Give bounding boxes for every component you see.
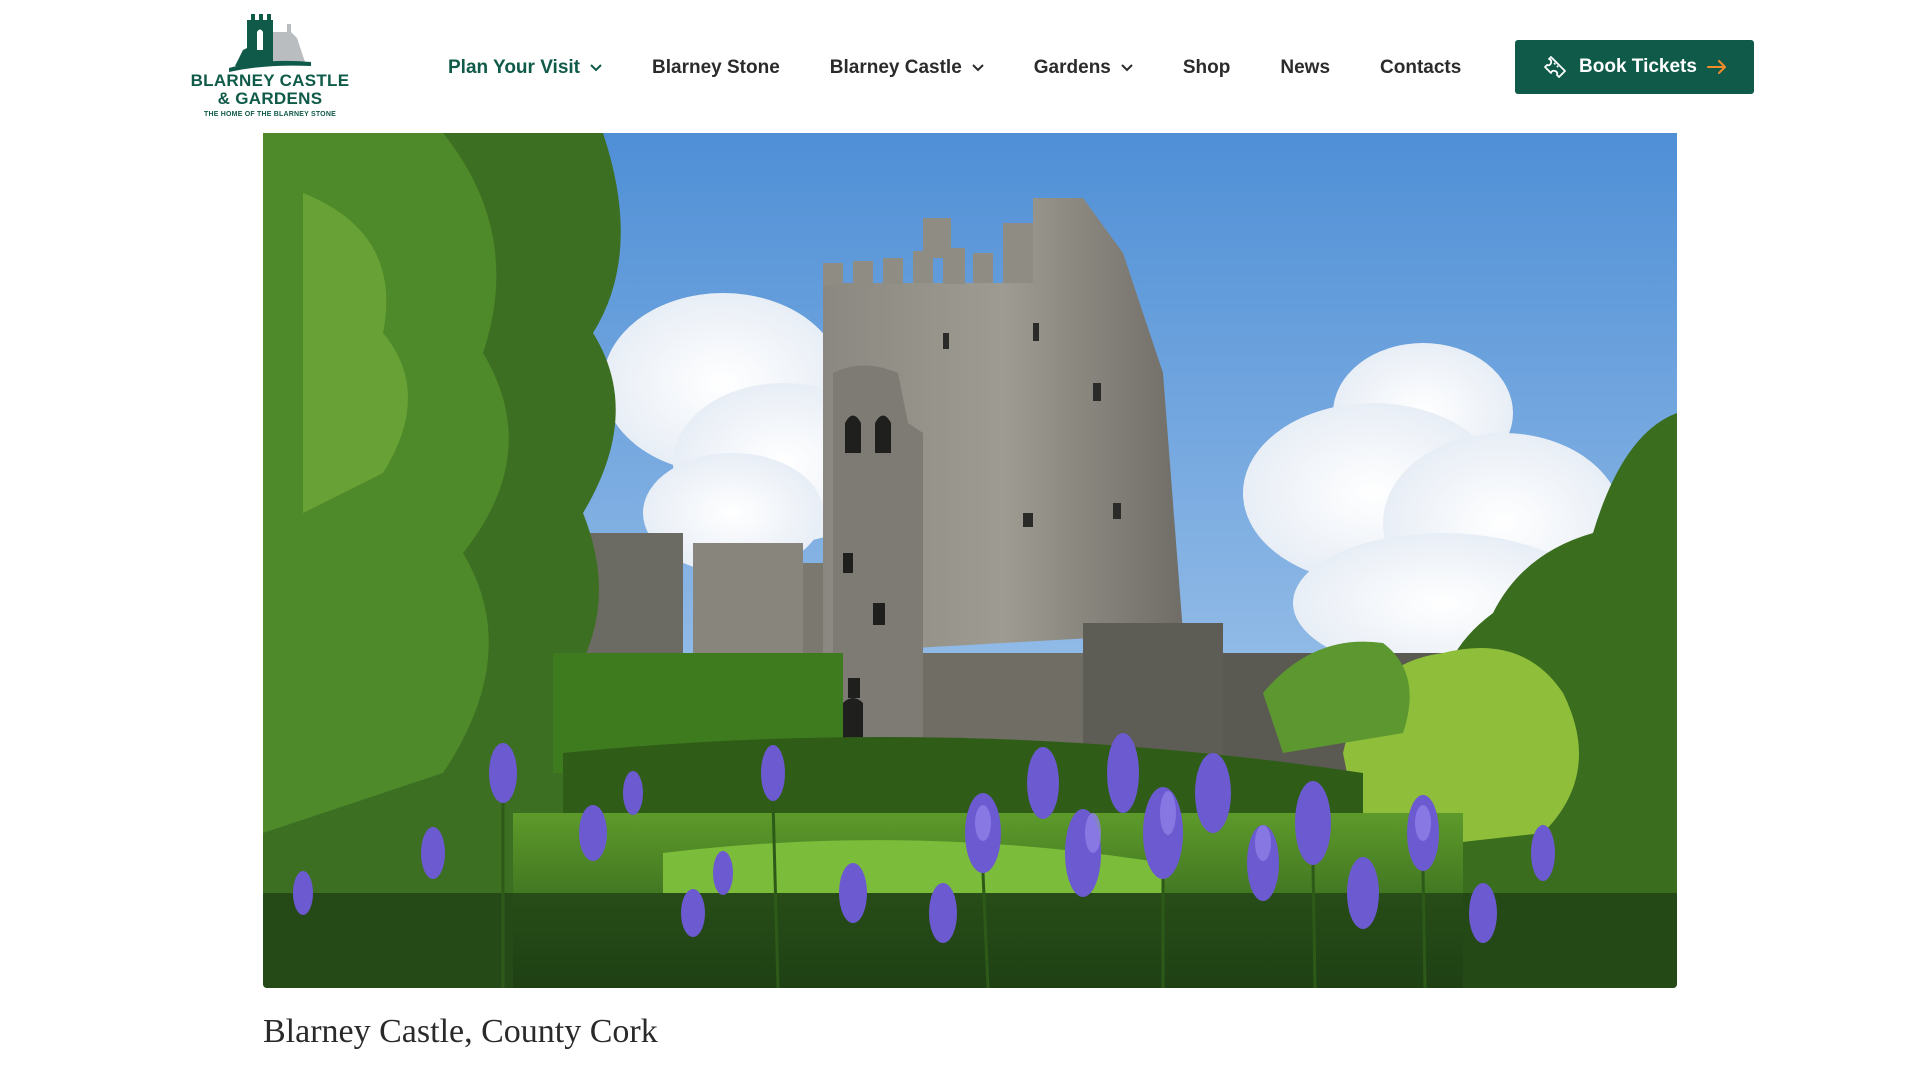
nav-item-shop[interactable]: Shop [1183, 57, 1231, 79]
book-tickets-button[interactable]: Book Tickets [1515, 40, 1754, 94]
ticket-icon [1542, 54, 1568, 80]
hero-caption: Blarney Castle, County Cork [263, 1013, 658, 1050]
logo-name-line1: BLARNEY CASTLE [190, 71, 350, 90]
hero-image [263, 133, 1677, 988]
nav-item-label: Gardens [1033, 57, 1111, 78]
nav-item-label: News [1280, 57, 1331, 78]
nav-item-label: Contacts [1380, 57, 1462, 78]
nav-item-label: Plan Your Visit [448, 57, 580, 78]
logo-name-line2: & GARDENS [217, 89, 323, 108]
chevron-down-icon [972, 64, 984, 72]
chevron-down-icon [1121, 64, 1133, 72]
logo-tagline: THE HOME OF THE BLARNEY STONE [204, 111, 336, 118]
book-tickets-label: Book Tickets [1579, 56, 1697, 77]
main-nav: Plan Your Visit Blarney Stone Blarney Ca… [448, 50, 1461, 86]
site-header: BLARNEY CASTLE & GARDENS THE HOME OF THE… [0, 0, 1920, 133]
nav-item-label: Shop [1182, 57, 1231, 78]
chevron-down-icon [590, 64, 602, 72]
nav-item-news[interactable]: News [1280, 57, 1330, 79]
site-logo[interactable]: BLARNEY CASTLE & GARDENS THE HOME OF THE… [180, 10, 360, 122]
nav-item-blarney-stone[interactable]: Blarney Stone [652, 57, 780, 79]
castle-logo-icon [229, 14, 311, 72]
nav-item-label: Blarney Castle [829, 57, 962, 78]
nav-item-plan-your-visit[interactable]: Plan Your Visit [448, 57, 602, 79]
nav-item-label: Blarney Stone [652, 57, 780, 78]
nav-item-gardens[interactable]: Gardens [1034, 57, 1133, 79]
nav-item-contacts[interactable]: Contacts [1380, 57, 1461, 79]
arrow-right-icon [1706, 60, 1727, 74]
castle-photo [263, 133, 1677, 988]
nav-item-blarney-castle[interactable]: Blarney Castle [830, 57, 984, 79]
